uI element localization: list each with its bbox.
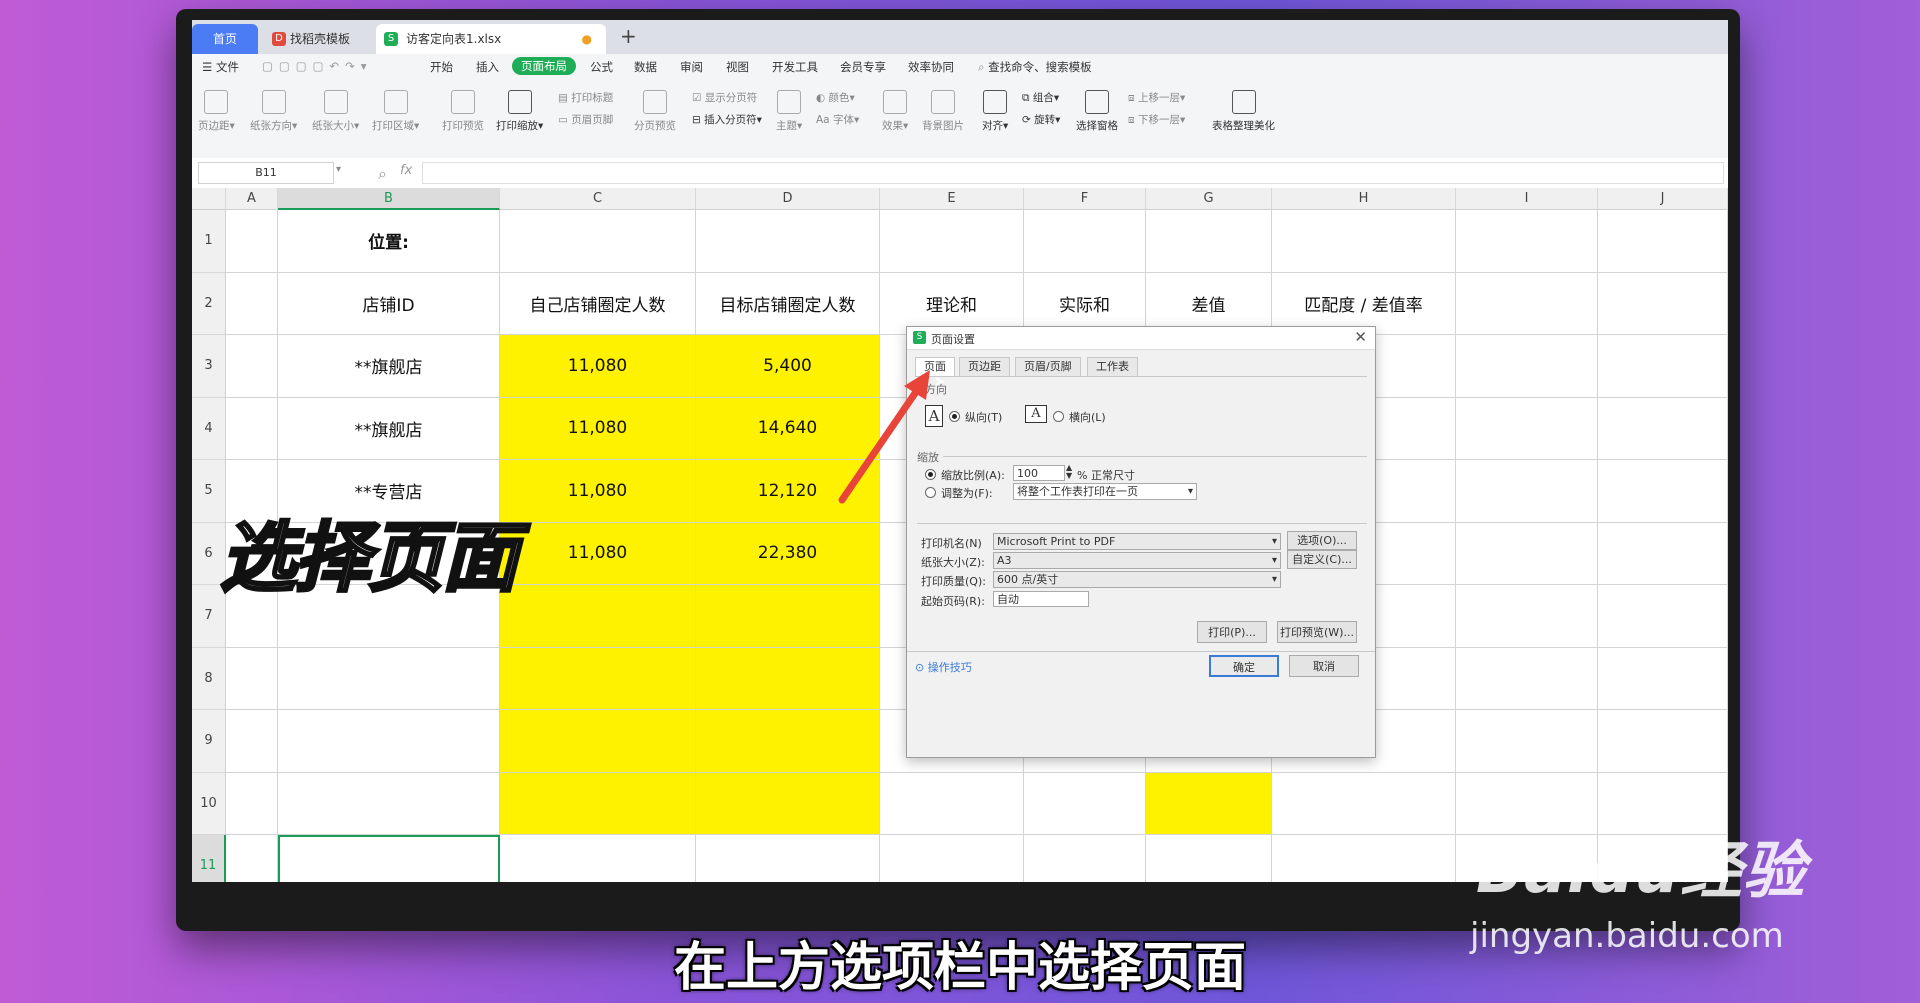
overlay-title: 选择页面	[219, 512, 520, 604]
mouse-cursor-icon: ➤	[934, 374, 946, 390]
video-subtitle: 在上方选项栏中选择页面	[673, 938, 1246, 998]
baidu-watermark: Baidu经验 jingyan.baidu.com	[1470, 820, 1806, 956]
watermark-brand: Baidu经验	[1476, 834, 1806, 907]
